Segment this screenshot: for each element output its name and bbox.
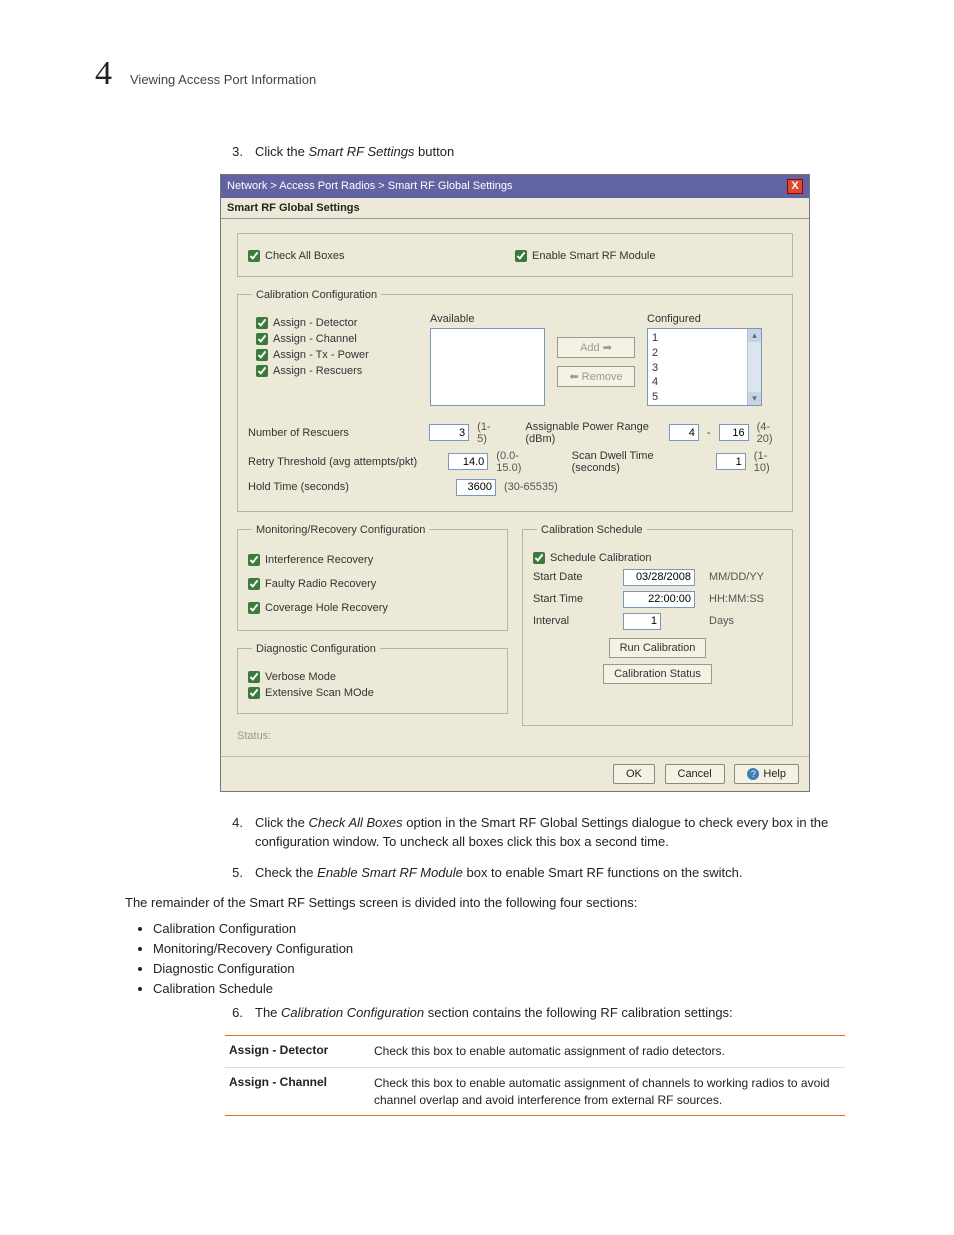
available-label: Available [430, 313, 545, 325]
extensive-scan-cb[interactable]: Extensive Scan MOde [248, 687, 497, 699]
configured-label: Configured [647, 313, 762, 325]
start-time-input[interactable] [623, 591, 695, 608]
available-list[interactable] [430, 328, 545, 406]
close-icon[interactable]: X [787, 179, 803, 194]
list-item: Monitoring/Recovery Configuration [153, 941, 773, 956]
sched-legend: Calibration Schedule [537, 524, 647, 536]
list-item[interactable]: 3 [652, 361, 757, 376]
step-5: 5. Check the Enable Smart RF Module box … [225, 864, 845, 883]
dialog-subtitle: Smart RF Global Settings [221, 198, 809, 219]
step-text: Click the Smart RF Settings button [255, 143, 845, 162]
dwell-input[interactable] [716, 453, 746, 470]
monitoring-config: Monitoring/Recovery Configuration Interf… [237, 524, 508, 631]
page-header: 4 Viewing Access Port Information [95, 55, 859, 93]
table-row: Assign - Detector Check this box to enab… [225, 1036, 845, 1068]
calib-legend: Calibration Configuration [252, 289, 381, 301]
step-5-note: The remainder of the Smart RF Settings s… [125, 894, 745, 913]
assign-rescuers-cb[interactable]: Assign - Rescuers [256, 365, 418, 377]
num-rescuers-row: Number of Rescuers (1-5) Assignable Powe… [248, 421, 782, 445]
chapter-number: 4 [95, 55, 112, 93]
diagnostic-config: Diagnostic Configuration Verbose Mode Ex… [237, 643, 508, 714]
check-all-boxes[interactable]: Check All Boxes [248, 250, 515, 262]
dialog-button-bar: OK Cancel ?Help [221, 756, 809, 791]
list-item[interactable]: 1 [652, 331, 757, 346]
calibration-status-button[interactable]: Calibration Status [603, 664, 712, 684]
chapter-title: Viewing Access Port Information [130, 72, 316, 87]
chevron-down-icon[interactable]: ▾ [748, 392, 761, 405]
def-key: Assign - Channel [229, 1075, 374, 1109]
hold-row: Hold Time (seconds) (30-65535) [248, 479, 782, 496]
coverage-hole-cb[interactable]: Coverage Hole Recovery [248, 602, 497, 614]
step-3: 3. Click the Smart RF Settings button [225, 143, 845, 162]
mon-legend: Monitoring/Recovery Configuration [252, 524, 429, 536]
help-icon: ? [747, 768, 759, 780]
assign-channel-cb[interactable]: Assign - Channel [256, 333, 418, 345]
list-item[interactable]: 5 [652, 390, 757, 405]
calibration-schedule: Calibration Schedule Schedule Calibratio… [522, 524, 793, 726]
list-item: Calibration Schedule [153, 981, 773, 996]
cancel-button[interactable]: Cancel [665, 764, 725, 784]
hold-input[interactable] [456, 479, 496, 496]
assign-tx-power-cb[interactable]: Assign - Tx - Power [256, 349, 418, 361]
enable-smart-rf[interactable]: Enable Smart RF Module [515, 250, 782, 262]
list-item[interactable]: 4 [652, 375, 757, 390]
table-row: Assign - Channel Check this box to enabl… [225, 1068, 845, 1117]
add-button[interactable]: Add ➡ [557, 337, 635, 358]
step-6: 6. The Calibration Configuration section… [225, 1004, 845, 1023]
def-value: Check this box to enable automatic assig… [374, 1043, 841, 1060]
apr-min-input[interactable] [669, 424, 699, 441]
list-item: Calibration Configuration [153, 921, 773, 936]
diag-legend: Diagnostic Configuration [252, 643, 380, 655]
def-key: Assign - Detector [229, 1043, 374, 1060]
ok-button[interactable]: OK [613, 764, 655, 784]
dialog-body: Check All Boxes Enable Smart RF Module C… [221, 219, 809, 756]
dialog-titlebar: Network > Access Port Radios > Smart RF … [221, 175, 809, 198]
breadcrumb: Network > Access Port Radios > Smart RF … [227, 180, 787, 192]
schedule-calib-cb[interactable]: Schedule Calibration [533, 552, 782, 564]
list-item: Diagnostic Configuration [153, 961, 773, 976]
start-date-input[interactable] [623, 569, 695, 586]
interference-recovery-cb[interactable]: Interference Recovery [248, 554, 497, 566]
retry-input[interactable] [448, 453, 488, 470]
step-number: 3. [225, 143, 243, 162]
configured-list[interactable]: 1 2 3 4 5 ▴ ▾ [647, 328, 762, 406]
top-options: Check All Boxes Enable Smart RF Module [237, 233, 793, 277]
chevron-up-icon[interactable]: ▴ [748, 329, 761, 342]
calibration-config: Calibration Configuration Assign - Detec… [237, 289, 793, 512]
retry-row: Retry Threshold (avg attempts/pkt) (0.0-… [248, 450, 782, 474]
smart-rf-dialog: Network > Access Port Radios > Smart RF … [220, 174, 810, 792]
status-label: Status: [237, 726, 793, 746]
list-item[interactable]: 2 [652, 346, 757, 361]
apr-max-input[interactable] [719, 424, 749, 441]
faulty-radio-cb[interactable]: Faulty Radio Recovery [248, 578, 497, 590]
step-4: 4. Click the Check All Boxes option in t… [225, 814, 845, 852]
help-button[interactable]: ?Help [734, 764, 799, 784]
remove-button[interactable]: ⬅ Remove [557, 366, 635, 387]
num-rescuers-input[interactable] [429, 424, 469, 441]
section-list: Calibration Configuration Monitoring/Rec… [153, 921, 773, 996]
def-value: Check this box to enable automatic assig… [374, 1075, 841, 1109]
definition-table: Assign - Detector Check this box to enab… [225, 1035, 845, 1116]
assign-detector-cb[interactable]: Assign - Detector [256, 317, 418, 329]
run-calibration-button[interactable]: Run Calibration [609, 638, 707, 658]
verbose-cb[interactable]: Verbose Mode [248, 671, 497, 683]
interval-input[interactable] [623, 613, 661, 630]
